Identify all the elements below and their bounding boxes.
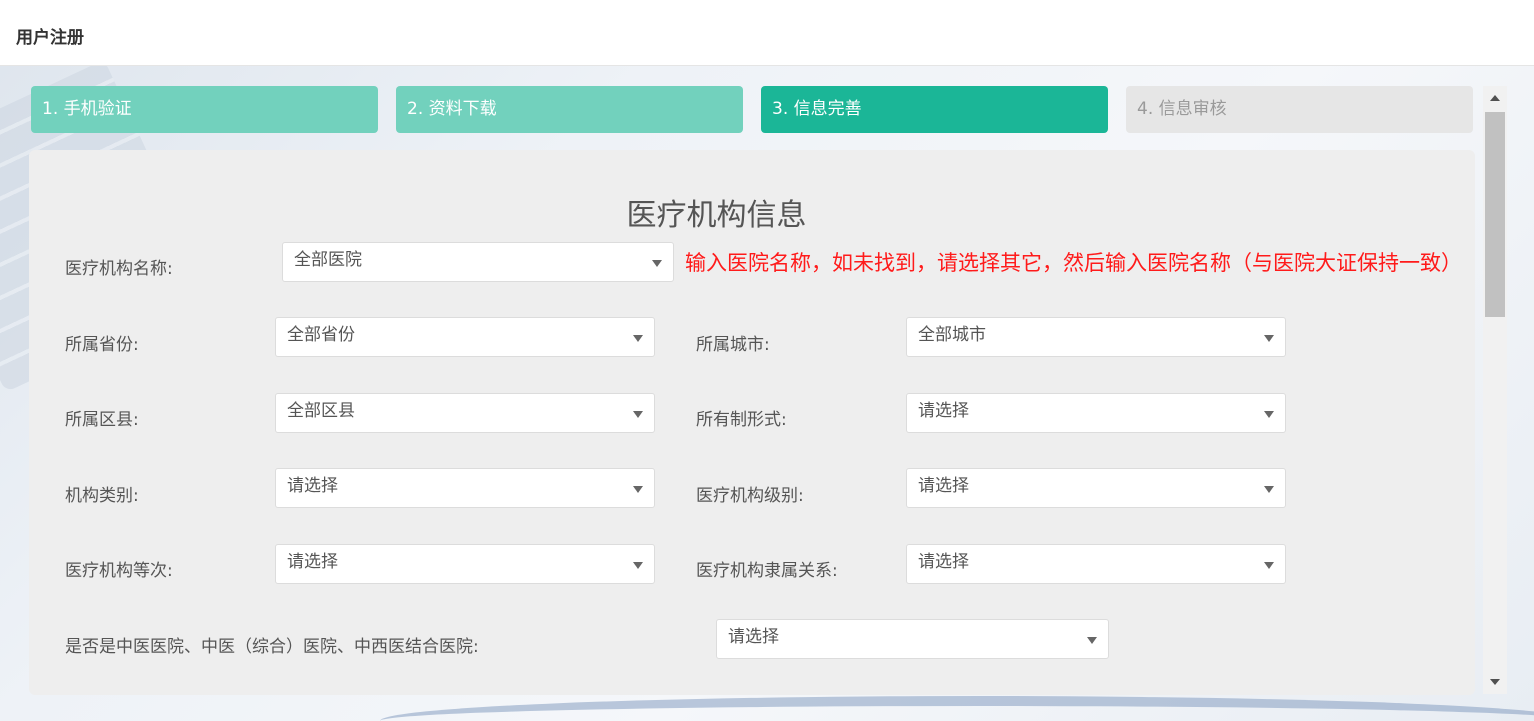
province-value: 全部省份: [287, 325, 355, 345]
grade-value: 请选择: [287, 552, 338, 572]
scroll-down-icon[interactable]: [1490, 679, 1500, 685]
district-value: 全部区县: [287, 401, 355, 421]
level-select[interactable]: 请选择: [906, 468, 1286, 508]
province-select[interactable]: 全部省份: [275, 317, 655, 357]
district-label: 所属区县:: [65, 410, 139, 430]
ownership-select[interactable]: 请选择: [906, 393, 1286, 433]
affiliation-select[interactable]: 请选择: [906, 544, 1286, 584]
chevron-down-icon: [633, 335, 643, 342]
grade-select[interactable]: 请选择: [275, 544, 655, 584]
step-info-review: 4. 信息审核: [1126, 86, 1473, 133]
chevron-down-icon: [633, 562, 643, 569]
ownership-value: 请选择: [918, 401, 969, 421]
hospital-name-hint: 输入医院名称，如未找到，请选择其它，然后输入医院名称（与医院大证保持一致）: [685, 251, 1462, 275]
chevron-down-icon: [1264, 411, 1274, 418]
chevron-down-icon: [1264, 486, 1274, 493]
affiliation-value: 请选择: [918, 552, 969, 572]
city-value: 全部城市: [918, 325, 986, 345]
ownership-label: 所有制形式:: [696, 410, 787, 430]
hospital-name-label: 医疗机构名称:: [65, 259, 173, 279]
city-label: 所属城市:: [696, 335, 770, 355]
city-select[interactable]: 全部城市: [906, 317, 1286, 357]
step-download[interactable]: 2. 资料下载: [396, 86, 743, 133]
province-label: 所属省份:: [65, 335, 139, 355]
step-info-complete[interactable]: 3. 信息完善: [761, 86, 1108, 133]
tcm-select[interactable]: 请选择: [716, 619, 1109, 659]
affiliation-label: 医疗机构隶属关系:: [696, 561, 838, 581]
chevron-down-icon: [1087, 637, 1097, 644]
chevron-down-icon: [1264, 562, 1274, 569]
scrollbar-thumb[interactable]: [1485, 112, 1505, 317]
page-title: 用户注册: [16, 28, 84, 48]
scroll-up-icon[interactable]: [1490, 95, 1500, 101]
chevron-down-icon: [633, 486, 643, 493]
level-value: 请选择: [918, 476, 969, 496]
chevron-down-icon: [633, 411, 643, 418]
level-label: 医疗机构级别:: [696, 486, 804, 506]
category-value: 请选择: [287, 476, 338, 496]
form-panel: 医疗机构信息 医疗机构名称: 全部医院 输入医院名称，如未找到，请选择其它，然后…: [29, 150, 1475, 695]
hospital-name-value: 全部医院: [294, 250, 362, 270]
page-header: 用户注册: [0, 0, 1534, 66]
category-label: 机构类别:: [65, 486, 139, 506]
category-select[interactable]: 请选择: [275, 468, 655, 508]
stethoscope-graphic: [380, 696, 1534, 721]
chevron-down-icon: [652, 260, 662, 267]
step-phone-verify[interactable]: 1. 手机验证: [31, 86, 378, 133]
hospital-name-select[interactable]: 全部医院: [282, 242, 674, 282]
chevron-down-icon: [1264, 335, 1274, 342]
vertical-scrollbar[interactable]: [1483, 86, 1507, 694]
grade-label: 医疗机构等次:: [65, 561, 173, 581]
tcm-label: 是否是中医医院、中医（综合）医院、中西医结合医院:: [65, 637, 479, 657]
section-title: 医疗机构信息: [626, 198, 807, 233]
district-select[interactable]: 全部区县: [275, 393, 655, 433]
tcm-value: 请选择: [728, 627, 779, 647]
